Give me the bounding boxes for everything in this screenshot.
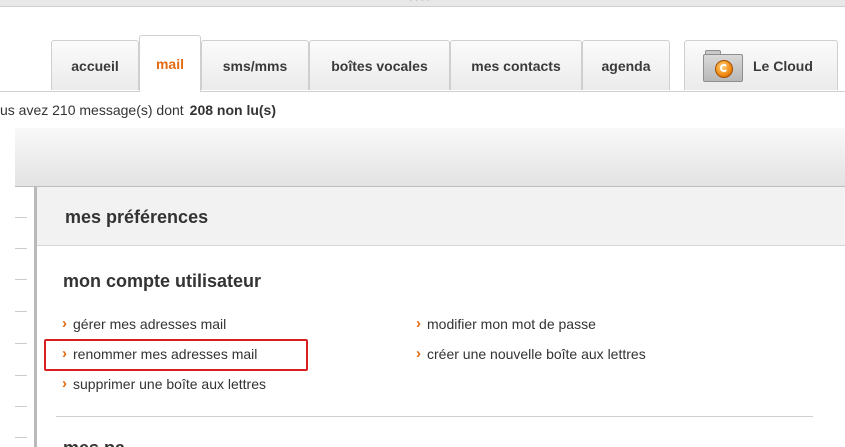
section-divider — [56, 416, 813, 417]
chevron-right-icon: › — [62, 375, 67, 392]
link-label: créer une nouvelle boîte aux lettres — [427, 345, 646, 362]
tab-label: Le Cloud — [753, 57, 813, 74]
tab-label: sms/mms — [222, 57, 288, 74]
tab-label: accueil — [71, 57, 119, 74]
tab-mail[interactable]: mail — [139, 35, 201, 92]
tab-boites-vocales[interactable]: boîtes vocales — [309, 40, 450, 90]
tab-label: mes contacts — [471, 57, 561, 74]
message-summary-bar: us avez 210 message(s) dont 208 non lu(s) — [0, 92, 845, 128]
message-count-text: us avez 210 message(s) dont — [0, 102, 184, 118]
chevron-right-icon: › — [62, 315, 67, 332]
unread-count: 208 non lu(s) — [189, 102, 277, 118]
page-title: mes préférences — [65, 207, 209, 227]
tab-label: boîtes vocales — [331, 57, 428, 74]
preferences-panel: mes préférences mon compte utilisateur ›… — [37, 187, 845, 447]
tab-label: mail — [155, 56, 184, 72]
chevron-right-icon: › — [416, 345, 421, 362]
tab-accueil[interactable]: accueil — [51, 40, 139, 90]
link-label: gérer mes adresses mail — [73, 315, 227, 332]
tab-le-cloud[interactable]: Le Cloud — [684, 40, 838, 90]
link-manage-addresses[interactable]: › gérer mes adresses mail — [62, 315, 226, 332]
tab-mes-contacts[interactable]: mes contacts — [450, 40, 582, 90]
tab-baseline — [0, 91, 845, 92]
next-section-title: mes pa — [63, 439, 125, 447]
link-change-password[interactable]: › modifier mon mot de passe — [416, 315, 596, 332]
folder-list-edge — [15, 187, 37, 447]
tab-label: agenda — [601, 57, 651, 74]
highlight-box — [44, 339, 308, 371]
link-label: modifier mon mot de passe — [427, 315, 596, 332]
link-create-mailbox[interactable]: › créer une nouvelle boîte aux lettres — [416, 345, 646, 362]
link-label: supprimer une boîte aux lettres — [73, 375, 266, 392]
tab-agenda[interactable]: agenda — [582, 40, 670, 90]
link-delete-mailbox[interactable]: › supprimer une boîte aux lettres — [62, 375, 266, 392]
chevron-right-icon: › — [416, 315, 421, 332]
preferences-header: mes préférences — [37, 187, 845, 246]
mail-toolbar — [15, 128, 845, 187]
cloud-folder-icon — [703, 49, 743, 82]
tab-sms-mms[interactable]: sms/mms — [201, 40, 309, 90]
main-nav-tabs: accueil mail sms/mms boîtes vocales mes … — [0, 0, 845, 92]
section-title: mon compte utilisateur — [63, 271, 262, 291]
